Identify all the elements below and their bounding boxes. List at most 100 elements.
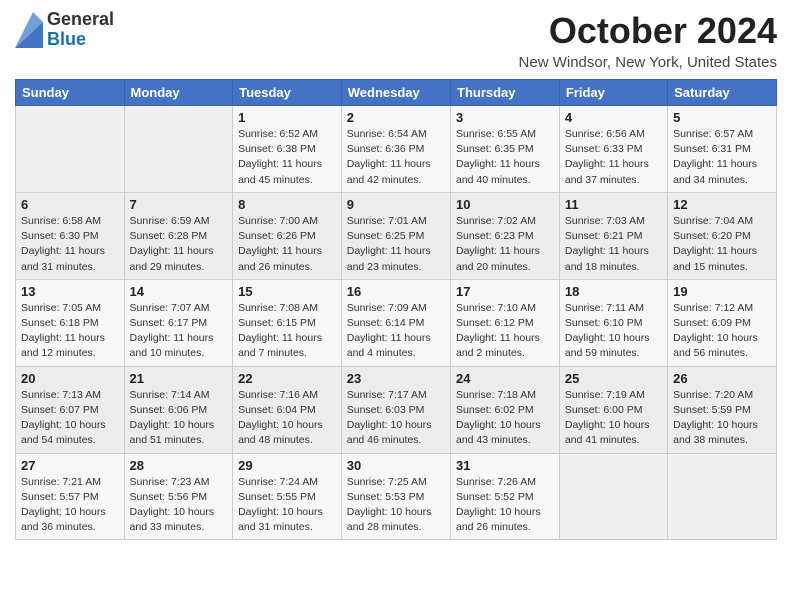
month-title: October 2024 bbox=[519, 10, 777, 52]
day-cell-29: 29 Sunrise: 7:24 AM Sunset: 5:55 PM Dayli… bbox=[233, 453, 342, 540]
day-info-27: Sunrise: 7:21 AM Sunset: 5:57 PM Dayligh… bbox=[21, 475, 119, 536]
day-cell-23: 23 Sunrise: 7:17 AM Sunset: 6:03 PM Dayli… bbox=[341, 366, 450, 453]
day-number-13: 13 bbox=[21, 284, 119, 299]
day-cell-4: 4 Sunrise: 6:56 AM Sunset: 6:33 PM Daylig… bbox=[559, 106, 667, 193]
day-number-16: 16 bbox=[347, 284, 445, 299]
day-number-17: 17 bbox=[456, 284, 554, 299]
day-cell-24: 24 Sunrise: 7:18 AM Sunset: 6:02 PM Dayli… bbox=[451, 366, 560, 453]
title-block: October 2024 New Windsor, New York, Unit… bbox=[519, 10, 777, 71]
week-row-5: 27 Sunrise: 7:21 AM Sunset: 5:57 PM Dayli… bbox=[16, 453, 777, 540]
day-number-28: 28 bbox=[130, 458, 228, 473]
day-number-25: 25 bbox=[565, 371, 662, 386]
logo-text: General Blue bbox=[47, 10, 114, 50]
day-info-30: Sunrise: 7:25 AM Sunset: 5:53 PM Dayligh… bbox=[347, 475, 445, 536]
day-number-9: 9 bbox=[347, 197, 445, 212]
day-number-29: 29 bbox=[238, 458, 336, 473]
day-info-8: Sunrise: 7:00 AM Sunset: 6:26 PM Dayligh… bbox=[238, 214, 336, 275]
location: New Windsor, New York, United States bbox=[519, 54, 777, 71]
empty-cell bbox=[16, 106, 125, 193]
week-row-2: 6 Sunrise: 6:58 AM Sunset: 6:30 PM Daylig… bbox=[16, 192, 777, 279]
day-cell-19: 19Sunrise: 7:12 AM Sunset: 6:09 PM Dayli… bbox=[668, 279, 777, 366]
day-cell-21: 21 Sunrise: 7:14 AM Sunset: 6:06 PM Dayli… bbox=[124, 366, 233, 453]
day-cell-30: 30 Sunrise: 7:25 AM Sunset: 5:53 PM Dayli… bbox=[341, 453, 450, 540]
day-cell-20: 20 Sunrise: 7:13 AM Sunset: 6:07 PM Dayli… bbox=[16, 366, 125, 453]
calendar-table: SundayMondayTuesdayWednesdayThursdayFrid… bbox=[15, 79, 777, 540]
empty-cell bbox=[124, 106, 233, 193]
week-row-3: 13Sunrise: 7:05 AM Sunset: 6:18 PM Dayli… bbox=[16, 279, 777, 366]
day-info-5: Sunrise: 6:57 AM Sunset: 6:31 PM Dayligh… bbox=[673, 127, 771, 188]
day-info-12: Sunrise: 7:04 AM Sunset: 6:20 PM Dayligh… bbox=[673, 214, 771, 275]
day-cell-15: 15Sunrise: 7:08 AM Sunset: 6:15 PM Dayli… bbox=[233, 279, 342, 366]
day-info-18: Sunrise: 7:11 AM Sunset: 6:10 PM Dayligh… bbox=[565, 301, 662, 362]
day-number-22: 22 bbox=[238, 371, 336, 386]
day-number-23: 23 bbox=[347, 371, 445, 386]
weekday-header-thursday: Thursday bbox=[451, 80, 560, 106]
day-cell-16: 16 Sunrise: 7:09 AM Sunset: 6:14 PM Dayli… bbox=[341, 279, 450, 366]
day-number-11: 11 bbox=[565, 197, 662, 212]
day-number-20: 20 bbox=[21, 371, 119, 386]
day-cell-31: 31 Sunrise: 7:26 AM Sunset: 5:52 PM Dayli… bbox=[451, 453, 560, 540]
weekday-header-tuesday: Tuesday bbox=[233, 80, 342, 106]
day-info-25: Sunrise: 7:19 AM Sunset: 6:00 PM Dayligh… bbox=[565, 388, 662, 449]
day-number-31: 31 bbox=[456, 458, 554, 473]
day-info-7: Sunrise: 6:59 AM Sunset: 6:28 PM Dayligh… bbox=[130, 214, 228, 275]
day-number-30: 30 bbox=[347, 458, 445, 473]
day-cell-2: 2Sunrise: 6:54 AM Sunset: 6:36 PM Daylig… bbox=[341, 106, 450, 193]
day-cell-27: 27 Sunrise: 7:21 AM Sunset: 5:57 PM Dayli… bbox=[16, 453, 125, 540]
day-info-17: Sunrise: 7:10 AM Sunset: 6:12 PM Dayligh… bbox=[456, 301, 554, 362]
empty-cell bbox=[559, 453, 667, 540]
day-info-2: Sunrise: 6:54 AM Sunset: 6:36 PM Dayligh… bbox=[347, 127, 445, 188]
day-number-26: 26 bbox=[673, 371, 771, 386]
day-info-9: Sunrise: 7:01 AM Sunset: 6:25 PM Dayligh… bbox=[347, 214, 445, 275]
day-cell-18: 18 Sunrise: 7:11 AM Sunset: 6:10 PM Dayli… bbox=[559, 279, 667, 366]
day-cell-22: 22 Sunrise: 7:16 AM Sunset: 6:04 PM Dayli… bbox=[233, 366, 342, 453]
day-number-27: 27 bbox=[21, 458, 119, 473]
day-number-8: 8 bbox=[238, 197, 336, 212]
day-info-29: Sunrise: 7:24 AM Sunset: 5:55 PM Dayligh… bbox=[238, 475, 336, 536]
logo-icon bbox=[15, 12, 43, 48]
day-info-20: Sunrise: 7:13 AM Sunset: 6:07 PM Dayligh… bbox=[21, 388, 119, 449]
week-row-4: 20 Sunrise: 7:13 AM Sunset: 6:07 PM Dayli… bbox=[16, 366, 777, 453]
day-info-28: Sunrise: 7:23 AM Sunset: 5:56 PM Dayligh… bbox=[130, 475, 228, 536]
day-number-21: 21 bbox=[130, 371, 228, 386]
day-info-16: Sunrise: 7:09 AM Sunset: 6:14 PM Dayligh… bbox=[347, 301, 445, 362]
day-cell-25: 25 Sunrise: 7:19 AM Sunset: 6:00 PM Dayli… bbox=[559, 366, 667, 453]
day-number-4: 4 bbox=[565, 110, 662, 125]
day-number-14: 14 bbox=[130, 284, 228, 299]
day-info-31: Sunrise: 7:26 AM Sunset: 5:52 PM Dayligh… bbox=[456, 475, 554, 536]
day-number-6: 6 bbox=[21, 197, 119, 212]
weekday-header-friday: Friday bbox=[559, 80, 667, 106]
day-info-11: Sunrise: 7:03 AM Sunset: 6:21 PM Dayligh… bbox=[565, 214, 662, 275]
day-info-4: Sunrise: 6:56 AM Sunset: 6:33 PM Dayligh… bbox=[565, 127, 662, 188]
day-number-3: 3 bbox=[456, 110, 554, 125]
weekday-header-monday: Monday bbox=[124, 80, 233, 106]
day-info-22: Sunrise: 7:16 AM Sunset: 6:04 PM Dayligh… bbox=[238, 388, 336, 449]
day-cell-5: 5 Sunrise: 6:57 AM Sunset: 6:31 PM Daylig… bbox=[668, 106, 777, 193]
day-info-10: Sunrise: 7:02 AM Sunset: 6:23 PM Dayligh… bbox=[456, 214, 554, 275]
day-info-3: Sunrise: 6:55 AM Sunset: 6:35 PM Dayligh… bbox=[456, 127, 554, 188]
day-cell-10: 10Sunrise: 7:02 AM Sunset: 6:23 PM Dayli… bbox=[451, 192, 560, 279]
day-info-15: Sunrise: 7:08 AM Sunset: 6:15 PM Dayligh… bbox=[238, 301, 336, 362]
weekday-header-saturday: Saturday bbox=[668, 80, 777, 106]
day-cell-26: 26Sunrise: 7:20 AM Sunset: 5:59 PM Dayli… bbox=[668, 366, 777, 453]
day-number-12: 12 bbox=[673, 197, 771, 212]
page-header: General Blue October 2024 New Windsor, N… bbox=[15, 10, 777, 71]
day-number-5: 5 bbox=[673, 110, 771, 125]
day-cell-7: 7 Sunrise: 6:59 AM Sunset: 6:28 PM Daylig… bbox=[124, 192, 233, 279]
day-number-18: 18 bbox=[565, 284, 662, 299]
day-number-24: 24 bbox=[456, 371, 554, 386]
logo: General Blue bbox=[15, 10, 114, 50]
day-cell-6: 6 Sunrise: 6:58 AM Sunset: 6:30 PM Daylig… bbox=[16, 192, 125, 279]
day-cell-3: 3 Sunrise: 6:55 AM Sunset: 6:35 PM Daylig… bbox=[451, 106, 560, 193]
day-number-19: 19 bbox=[673, 284, 771, 299]
day-number-7: 7 bbox=[130, 197, 228, 212]
day-cell-14: 14Sunrise: 7:07 AM Sunset: 6:17 PM Dayli… bbox=[124, 279, 233, 366]
empty-cell bbox=[668, 453, 777, 540]
day-cell-8: 8 Sunrise: 7:00 AM Sunset: 6:26 PM Daylig… bbox=[233, 192, 342, 279]
day-info-6: Sunrise: 6:58 AM Sunset: 6:30 PM Dayligh… bbox=[21, 214, 119, 275]
day-info-21: Sunrise: 7:14 AM Sunset: 6:06 PM Dayligh… bbox=[130, 388, 228, 449]
day-info-24: Sunrise: 7:18 AM Sunset: 6:02 PM Dayligh… bbox=[456, 388, 554, 449]
day-info-23: Sunrise: 7:17 AM Sunset: 6:03 PM Dayligh… bbox=[347, 388, 445, 449]
weekday-header-sunday: Sunday bbox=[16, 80, 125, 106]
day-cell-11: 11 Sunrise: 7:03 AM Sunset: 6:21 PM Dayli… bbox=[559, 192, 667, 279]
